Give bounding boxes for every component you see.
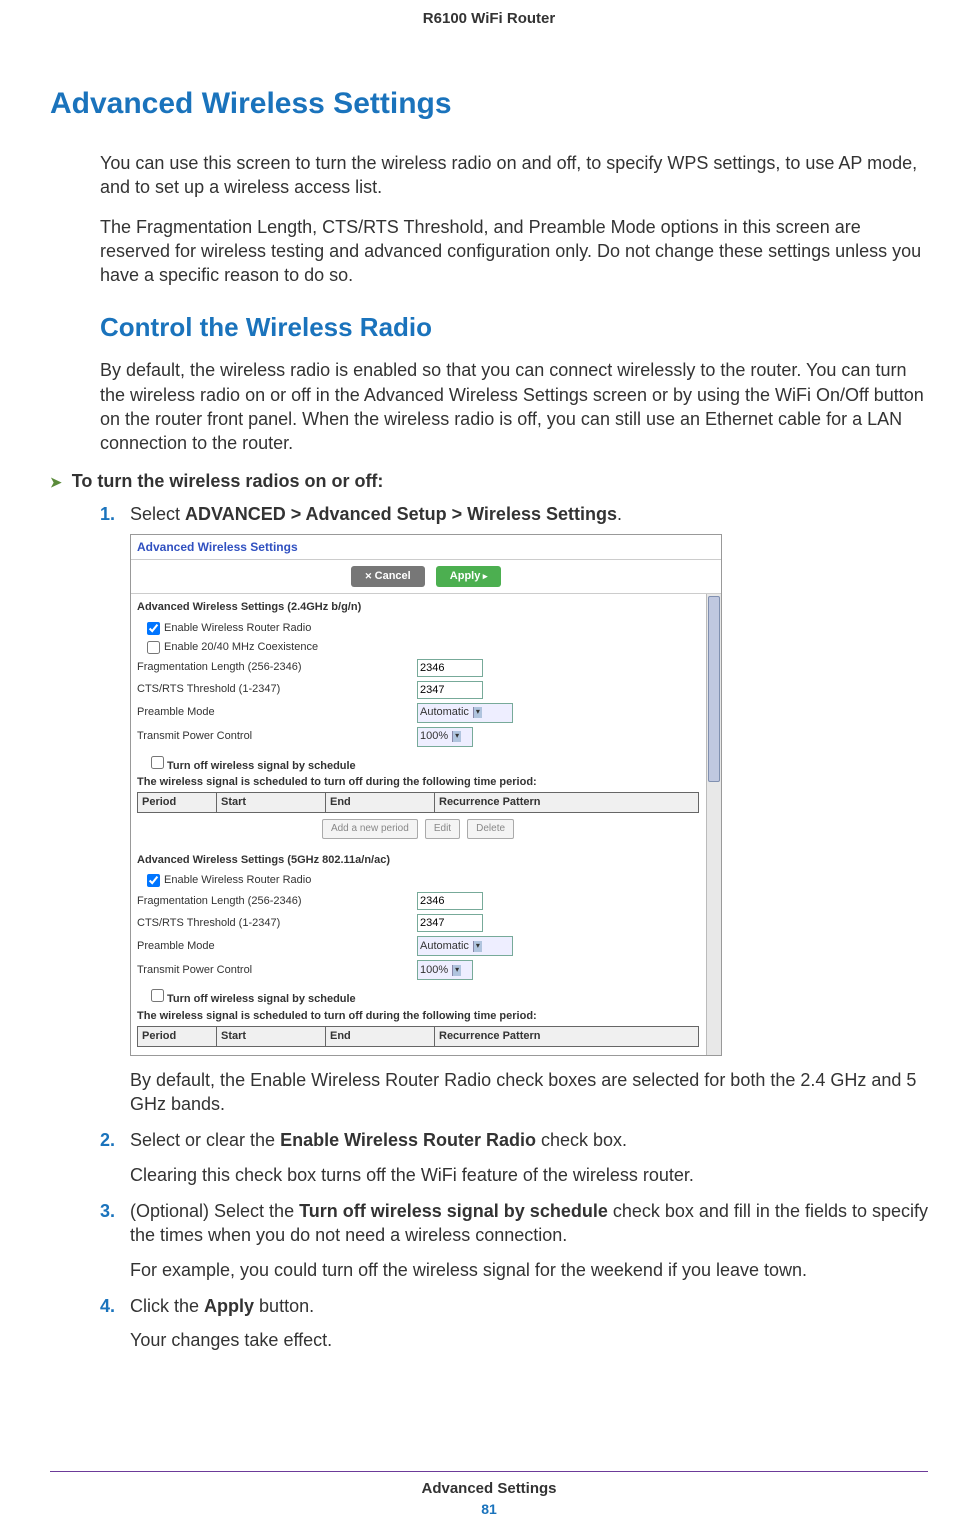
ss-section-24ghz: Advanced Wireless Settings (2.4GHz b/g/n… (137, 594, 699, 619)
arrow-icon: ➤ (50, 474, 62, 491)
schedule-24-note: The wireless signal is scheduled to turn… (137, 775, 699, 790)
radio-intro: By default, the wireless radio is enable… (100, 358, 928, 455)
step-1-note: By default, the Enable Wireless Router R… (130, 1068, 928, 1117)
section-heading: Control the Wireless Radio (100, 312, 928, 343)
schedule-5-note: The wireless signal is scheduled to turn… (137, 1009, 699, 1024)
step-1-text-pre: Select (130, 504, 185, 524)
enable-radio-24-label: Enable Wireless Router Radio (164, 621, 311, 636)
preamble-5-select[interactable]: Automatic▾ (417, 936, 513, 956)
txpower-24-select[interactable]: 100%▾ (417, 727, 473, 747)
th-end: End (326, 1026, 435, 1046)
apply-button[interactable]: Apply (436, 566, 502, 587)
enable-radio-5-checkbox[interactable] (147, 874, 160, 887)
cancel-button[interactable]: Cancel (351, 566, 425, 587)
intro-paragraph-2: The Fragmentation Length, CTS/RTS Thresh… (100, 215, 928, 288)
step-2-text-pre: Select or clear the (130, 1130, 280, 1150)
add-period-button[interactable]: Add a new period (322, 819, 418, 839)
step-3: 3. (Optional) Select the Turn off wirele… (100, 1199, 928, 1282)
preamble-24-label: Preamble Mode (137, 705, 417, 720)
cts-24-label: CTS/RTS Threshold (1-2347) (137, 682, 417, 697)
scrollbar[interactable] (706, 594, 721, 1055)
step-4-note: Your changes take effect. (130, 1328, 928, 1352)
step-3-note: For example, you could turn off the wire… (130, 1258, 928, 1282)
footer-section-name: Advanced Settings (50, 1480, 928, 1497)
frag-24-label: Fragmentation Length (256-2346) (137, 660, 417, 675)
enable-coex-checkbox[interactable] (147, 641, 160, 654)
frag-5-input[interactable] (417, 892, 483, 910)
step-1-text-post: . (617, 504, 622, 524)
step-2-text-bold: Enable Wireless Router Radio (280, 1130, 536, 1150)
enable-coex-label: Enable 20/40 MHz Coexistence (164, 640, 318, 655)
procedure-title: To turn the wireless radios on or off: (72, 471, 384, 492)
frag-24-input[interactable] (417, 659, 483, 677)
enable-radio-5-label: Enable Wireless Router Radio (164, 873, 311, 888)
chevron-down-icon: ▾ (452, 731, 461, 742)
step-2-note: Clearing this check box turns off the Wi… (130, 1163, 928, 1187)
schedule-5-table: Period Start End Recurrence Pattern (137, 1026, 699, 1047)
step-3-text-pre: (Optional) Select the (130, 1201, 299, 1221)
intro-paragraph-1: You can use this screen to turn the wire… (100, 151, 928, 200)
step-4: 4. Click the Apply button. Your changes … (100, 1294, 928, 1353)
preamble-5-label: Preamble Mode (137, 939, 417, 954)
th-start: Start (217, 793, 326, 813)
step-number: 1. (100, 502, 115, 526)
step-4-text-bold: Apply (204, 1296, 254, 1316)
step-number: 3. (100, 1199, 115, 1223)
step-1-text-bold: ADVANCED > Advanced Setup > Wireless Set… (185, 504, 617, 524)
delete-button[interactable]: Delete (467, 819, 514, 839)
step-number: 2. (100, 1128, 115, 1152)
th-recurrence: Recurrence Pattern (435, 1026, 699, 1046)
chevron-down-icon: ▾ (473, 941, 482, 952)
txpower-5-label: Transmit Power Control (137, 963, 417, 978)
step-2: 2. Select or clear the Enable Wireless R… (100, 1128, 928, 1187)
schedule-5-label: Turn off wireless signal by schedule (167, 993, 356, 1005)
schedule-24-table: Period Start End Recurrence Pattern (137, 792, 699, 813)
page-title: Advanced Wireless Settings (50, 87, 928, 121)
ss-window-title: Advanced Wireless Settings (131, 535, 721, 560)
frag-5-label: Fragmentation Length (256-2346) (137, 894, 417, 909)
step-4-text-pre: Click the (130, 1296, 204, 1316)
th-period: Period (138, 1026, 217, 1046)
schedule-5-checkbox[interactable] (151, 989, 164, 1002)
step-1: 1. Select ADVANCED > Advanced Setup > Wi… (100, 502, 928, 1117)
page-header: R6100 WiFi Router (50, 10, 928, 27)
procedure-heading: ➤ To turn the wireless radios on or off: (50, 471, 928, 492)
page-footer: Advanced Settings 81 (50, 1471, 928, 1517)
txpower-5-select[interactable]: 100%▾ (417, 960, 473, 980)
screenshot-advanced-wireless: Advanced Wireless Settings Cancel Apply … (130, 534, 722, 1056)
step-2-text-post: check box. (536, 1130, 627, 1150)
th-start: Start (217, 1026, 326, 1046)
enable-radio-24-checkbox[interactable] (147, 622, 160, 635)
th-recurrence: Recurrence Pattern (435, 793, 699, 813)
cts-24-input[interactable] (417, 681, 483, 699)
step-3-text-bold: Turn off wireless signal by schedule (299, 1201, 608, 1221)
step-4-text-post: button. (254, 1296, 314, 1316)
th-period: Period (138, 793, 217, 813)
footer-page-number: 81 (50, 1501, 928, 1517)
cts-5-label: CTS/RTS Threshold (1-2347) (137, 916, 417, 931)
th-end: End (326, 793, 435, 813)
preamble-24-select[interactable]: Automatic▾ (417, 703, 513, 723)
schedule-24-label: Turn off wireless signal by schedule (167, 760, 356, 772)
chevron-down-icon: ▾ (452, 965, 461, 976)
chevron-down-icon: ▾ (473, 707, 482, 718)
txpower-24-label: Transmit Power Control (137, 729, 417, 744)
cts-5-input[interactable] (417, 914, 483, 932)
step-number: 4. (100, 1294, 115, 1318)
edit-button[interactable]: Edit (425, 819, 460, 839)
ss-section-5ghz: Advanced Wireless Settings (5GHz 802.11a… (137, 847, 699, 872)
schedule-24-checkbox[interactable] (151, 756, 164, 769)
